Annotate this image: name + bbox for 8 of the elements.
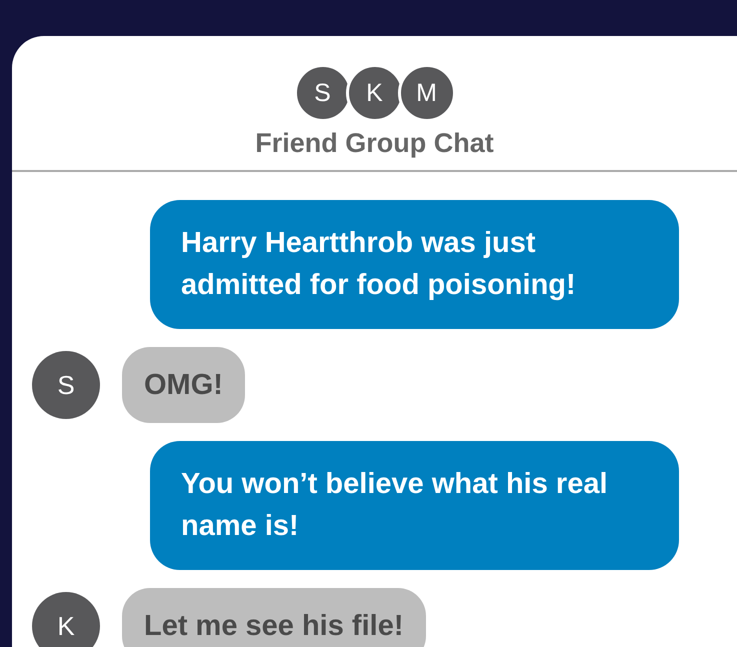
message-bubble: Let me see his file! — [122, 588, 426, 647]
message-bubble: Harry Heartthrob was just admitted for food poisoning! — [150, 200, 679, 329]
avatar: M — [398, 64, 456, 122]
message-bubble: OMG! — [122, 347, 245, 423]
avatar: K — [32, 592, 100, 647]
message-bubble: You won’t believe what his real name is! — [150, 441, 679, 570]
chat-title: Friend Group Chat — [255, 128, 494, 159]
avatar: S — [32, 351, 100, 419]
